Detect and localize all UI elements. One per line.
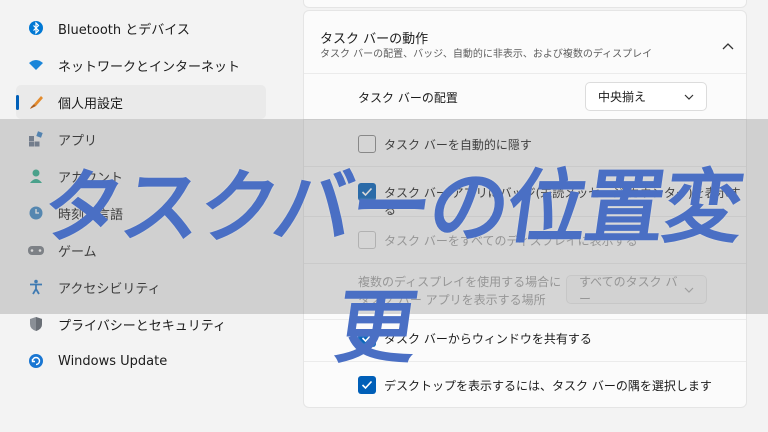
divider xyxy=(304,73,746,74)
selection-indicator xyxy=(16,95,19,110)
sidebar-item-label: 個人用設定 xyxy=(58,96,124,112)
dropdown-value: 中央揃え xyxy=(598,90,647,104)
section-header[interactable]: タスク バーの動作 タスク バーの配置、バッジ、自動的に非表示、および複数のディ… xyxy=(304,11,746,73)
previous-card xyxy=(303,0,747,8)
wifi-icon xyxy=(26,55,46,75)
chevron-down-icon xyxy=(684,94,694,100)
sidebar-item-label: Bluetooth とデバイス xyxy=(58,22,190,38)
chevron-up-icon[interactable] xyxy=(722,35,734,54)
taskbar-alignment-dropdown[interactable]: 中央揃え xyxy=(585,82,707,111)
brush-icon xyxy=(26,92,46,112)
section-subtitle: タスク バーの配置、バッジ、自動的に非表示、および複数のディスプレイ xyxy=(320,49,653,60)
sidebar-item-personalization[interactable]: 個人用設定 xyxy=(16,85,266,119)
sidebar-item-network[interactable]: ネットワークとインターネット xyxy=(16,48,266,82)
sidebar-item-label: ネットワークとインターネット xyxy=(58,59,241,75)
bluetooth-icon xyxy=(26,18,46,38)
sidebar-item-bluetooth[interactable]: Bluetooth とデバイス xyxy=(16,11,266,45)
taskbar-alignment-label: タスク バーの配置 xyxy=(358,91,458,105)
overlay-title: タスクバーの位置変更 xyxy=(36,161,749,374)
